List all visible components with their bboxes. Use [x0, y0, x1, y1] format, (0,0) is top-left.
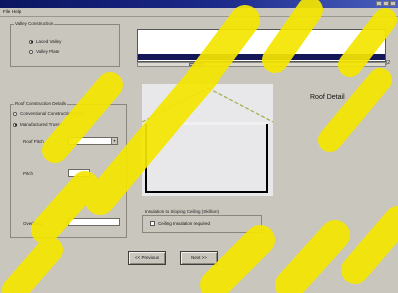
- overhang-field[interactable]: [68, 218, 120, 226]
- valley-plate-radio[interactable]: Valley Plate: [29, 49, 59, 54]
- menu-help[interactable]: Help: [12, 9, 21, 14]
- manufactured-trusses-label: Manufactured Trusses: [20, 122, 65, 127]
- watermark-stroke: [318, 68, 392, 152]
- roof-pitch-select[interactable]: ▾: [68, 137, 118, 145]
- valley-construction-group: Valley Construction Laced Valley Valley …: [10, 21, 120, 67]
- roof-detail-canvas: [142, 84, 273, 196]
- watermark-stroke: [2, 237, 63, 293]
- component-list[interactable]: [137, 29, 386, 62]
- roof-construction-label: Roof Construction Details: [14, 101, 68, 106]
- window-controls: [376, 1, 396, 6]
- list-cell-description: [138, 54, 265, 60]
- watermark-stroke: [275, 220, 350, 293]
- list-row[interactable]: [138, 54, 385, 60]
- roof-detail-title: Roof Detail: [310, 94, 345, 101]
- radio-dot-icon: [29, 49, 33, 54]
- overhang-label: Overhang: [23, 221, 43, 226]
- valley-construction-label: Valley Construction: [14, 21, 55, 26]
- roof-detail-drawing: [142, 87, 273, 193]
- menu-bar: File Help: [0, 8, 398, 17]
- application-window: File Help Valley Construction Laced Vall…: [0, 0, 398, 293]
- insulation-group: Ceiling Insulation required: [142, 215, 262, 233]
- scrollbar-thumb[interactable]: [189, 63, 204, 66]
- radio-dot-icon: [29, 39, 33, 44]
- radio-dot-icon: [13, 122, 17, 127]
- menu-file[interactable]: File: [3, 9, 10, 14]
- roof-construction-group: Roof Construction Details Conventional C…: [10, 101, 127, 238]
- ceiling-insulation-label: Ceiling Insulation required: [158, 221, 211, 226]
- manufactured-trusses-radio[interactable]: Manufactured Trusses: [13, 122, 65, 127]
- pitch-label: Pitch: [23, 171, 34, 176]
- insulation-label: Insulation to Sloping Ceiling (Skillion): [145, 209, 220, 214]
- radio-dot-icon: [13, 111, 17, 116]
- roof-pitch-label: Roof Pitch: [23, 139, 44, 144]
- list-cell-detail: [265, 54, 385, 60]
- next-button[interactable]: Next >>: [180, 251, 218, 265]
- previous-button[interactable]: << Previous: [128, 251, 166, 265]
- right-rafter-line: [207, 87, 273, 123]
- conventional-construction-radio[interactable]: Conventional Construction (Cut): [13, 111, 84, 116]
- maximize-button[interactable]: [383, 1, 389, 6]
- watermark-stroke: [200, 225, 275, 293]
- minimize-button[interactable]: [376, 1, 382, 6]
- watermark-stroke: [341, 206, 398, 284]
- close-button[interactable]: [390, 1, 396, 6]
- ceiling-line: [145, 122, 269, 125]
- list-corner-mark: |2: [386, 60, 391, 66]
- laced-valley-radio[interactable]: Laced Valley: [29, 39, 61, 44]
- conventional-construction-label: Conventional Construction (Cut): [20, 111, 85, 116]
- ceiling-insulation-checkbox[interactable]: Ceiling Insulation required: [150, 221, 210, 226]
- laced-valley-label: Laced Valley: [36, 39, 62, 44]
- chevron-down-icon: ▾: [111, 138, 117, 144]
- horizontal-scrollbar[interactable]: [137, 62, 386, 67]
- valley-plate-label: Valley Plate: [36, 49, 60, 54]
- checkbox-box: [150, 221, 155, 226]
- left-rafter-line: [142, 87, 209, 123]
- pitch-field[interactable]: [68, 169, 90, 177]
- title-bar: [0, 0, 398, 8]
